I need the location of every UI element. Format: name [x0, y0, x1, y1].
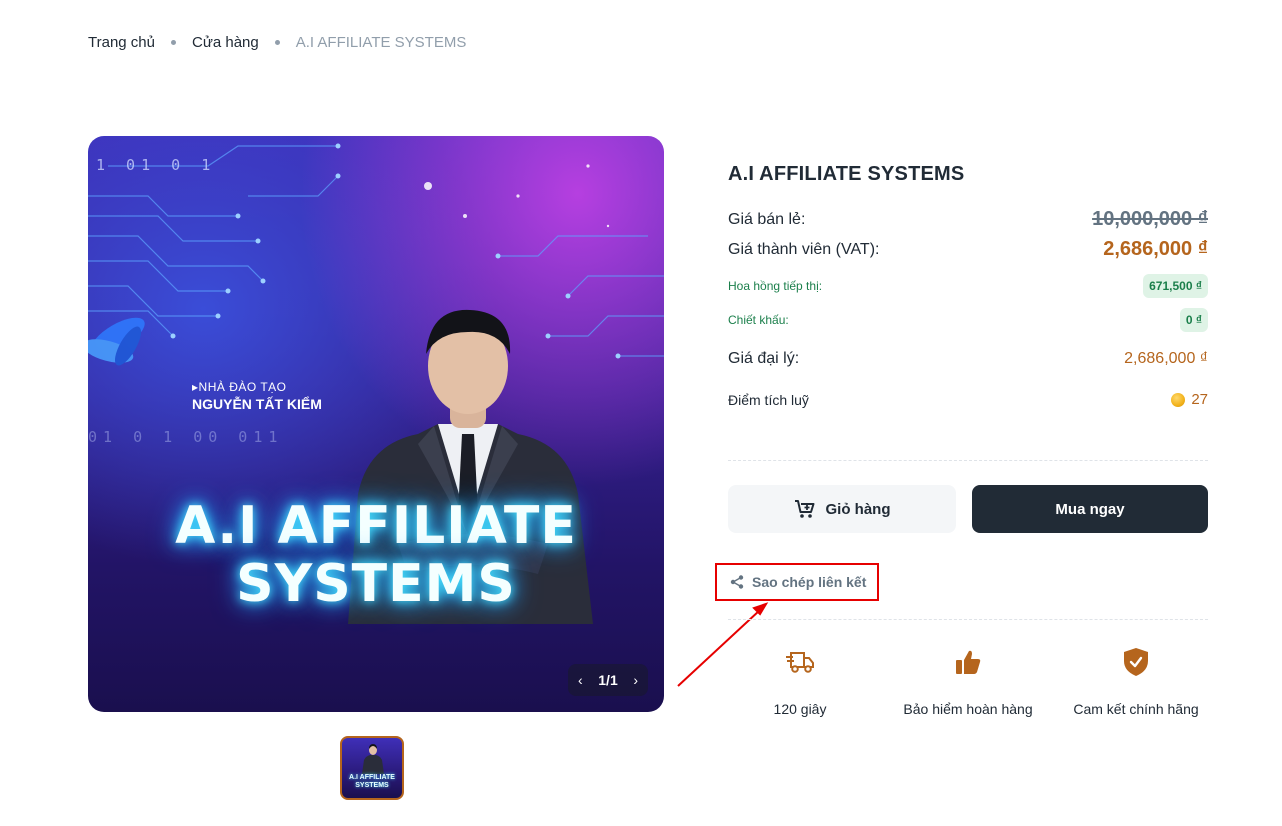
points-number: 27	[1191, 391, 1208, 408]
agent-price-value: 2,686,000 ₫	[1124, 350, 1208, 367]
thumbnail-text-line2: SYSTEMS	[355, 782, 389, 789]
member-price-value: 2,686,000 ₫	[1103, 238, 1208, 260]
discount-badge: 0 ₫	[1179, 308, 1208, 332]
feature-label: 120 giây	[773, 701, 827, 717]
feature-authentic: Cam kết chính hãng	[1061, 642, 1211, 720]
agent-price-label: Giá đại lý:	[728, 350, 800, 367]
image-headline-line2: SYSTEMS	[236, 554, 516, 614]
thumbs-up-icon	[893, 642, 1043, 682]
discount-label: Chiết khấu:	[728, 313, 789, 327]
feature-label: Cam kết chính hãng	[1073, 701, 1199, 717]
thumbnail-text-line1: A.I AFFILIATE	[349, 774, 395, 781]
cart-add-icon	[794, 499, 816, 519]
shield-check-icon	[1061, 642, 1211, 682]
chevron-right-icon[interactable]: ›	[633, 672, 638, 688]
trainer-label: ▸NHÀ ĐÀO TẠO	[192, 380, 287, 394]
add-to-cart-label: Giỏ hàng	[825, 500, 891, 518]
divider	[728, 460, 1208, 461]
retail-price-row: Giá bán lẻ: 10,000,000 ₫	[728, 208, 1208, 231]
copy-link-button[interactable]: Sao chép liên kết	[715, 563, 879, 601]
retail-price-label: Giá bán lẻ:	[728, 210, 806, 228]
commission-label: Hoa hồng tiếp thị:	[728, 279, 823, 293]
image-headline-line1: A.I AFFILIATE	[175, 496, 577, 556]
agent-price-row: Giá đại lý: 2,686,000 ₫	[728, 350, 1208, 368]
product-main-image[interactable]: 1 01 0 1 01 0 1 00 011 ▸NHÀ ĐÀO TẠO NGUY…	[88, 136, 664, 712]
trainer-name: NGUYỄN TẤT KIỂM	[192, 396, 322, 412]
discount-row: Chiết khấu: 0 ₫	[728, 308, 1208, 332]
commission-row: Hoa hồng tiếp thị: 671,500 ₫	[728, 274, 1208, 298]
binary-text: 1 01 0 1	[96, 156, 217, 174]
divider	[728, 619, 1208, 620]
thumbnail-portrait	[362, 744, 384, 774]
chevron-left-icon[interactable]: ‹	[578, 672, 583, 688]
commission-badge: 671,500 ₫	[1143, 274, 1208, 298]
pager-count: 1/1	[598, 672, 618, 688]
trainer-caption: ▸NHÀ ĐÀO TẠO NGUYỄN TẤT KIỂM	[192, 380, 322, 412]
points-row: Điểm tích luỹ 27	[728, 391, 1208, 408]
delivery-truck-icon	[725, 642, 875, 682]
breadcrumb-separator	[274, 40, 280, 45]
buy-now-button[interactable]: Mua ngay	[972, 485, 1208, 533]
retail-price-value: 10,000,000 ₫	[1092, 208, 1208, 230]
feature-label: Bảo hiểm hoàn hàng	[903, 701, 1033, 717]
product-thumbnail[interactable]: A.I AFFILIATE SYSTEMS	[340, 736, 404, 800]
breadcrumb-home[interactable]: Trang chủ	[88, 34, 155, 51]
copy-link-label: Sao chép liên kết	[752, 574, 867, 590]
member-price-label: Giá thành viên (VAT):	[728, 240, 880, 258]
breadcrumb-shop[interactable]: Cửa hàng	[192, 34, 259, 51]
product-title: A.I AFFILIATE SYSTEMS	[728, 163, 965, 185]
points-label: Điểm tích luỹ	[728, 391, 809, 408]
feature-delivery: 120 giây	[725, 642, 875, 720]
breadcrumb-separator	[170, 40, 176, 45]
image-pager: ‹ 1/1 ›	[568, 664, 648, 696]
add-to-cart-button[interactable]: Giỏ hàng	[728, 485, 956, 533]
member-price-row: Giá thành viên (VAT): 2,686,000 ₫	[728, 238, 1208, 261]
points-value: 27	[1171, 391, 1208, 408]
share-icon	[730, 575, 744, 589]
binary-text: 01 0 1 00 011	[88, 428, 284, 446]
breadcrumb: Trang chủ Cửa hàng A.I AFFILIATE SYSTEMS	[88, 34, 466, 51]
breadcrumb-current: A.I AFFILIATE SYSTEMS	[295, 34, 467, 51]
feature-return-insurance: Bảo hiểm hoàn hàng	[893, 642, 1043, 720]
coin-icon	[1171, 392, 1186, 407]
